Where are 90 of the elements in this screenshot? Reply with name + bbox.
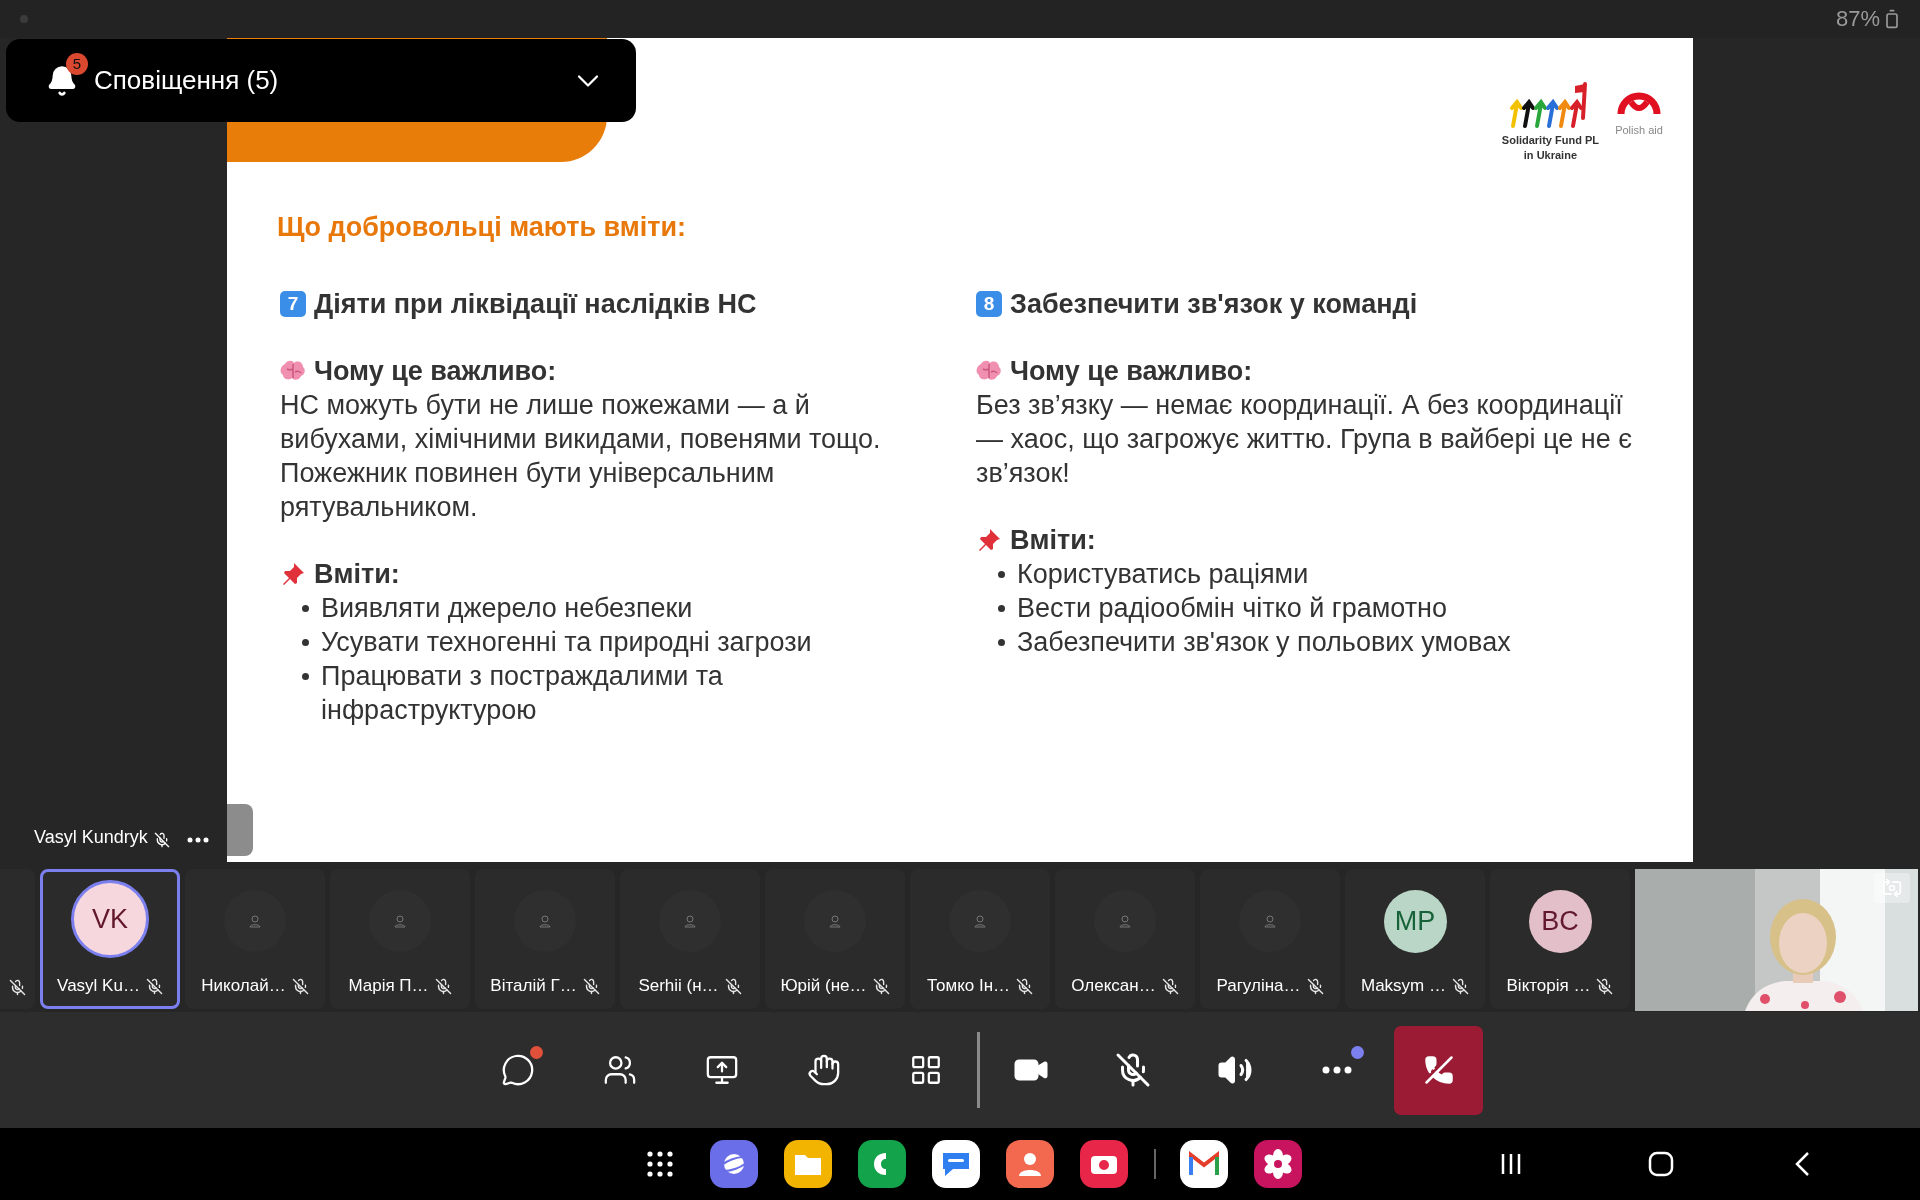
participant-tile[interactable]: Марія П… [330, 869, 470, 1009]
participant-tile[interactable]: Николай… [185, 869, 325, 1009]
participant-name: Николай… [201, 976, 286, 996]
phone-icon[interactable] [858, 1140, 906, 1188]
section-title: Забезпечити зв'язок у команді [1010, 288, 1418, 321]
notification-badge: 5 [66, 52, 88, 75]
bullet-icon [998, 571, 1005, 578]
why-text: НС можуть бути не лише пожежами — а й вибухами, хімічними викидами, повенями тощо. Пожежник повинен бути універсальним рятувальником. [280, 389, 882, 524]
speaker-name: Vasyl Kundryk [34, 827, 148, 848]
flower-icon[interactable] [1254, 1140, 1302, 1188]
people-icon [603, 1053, 637, 1087]
number-badge: 7 [280, 291, 306, 317]
skill-item: Вести радіообмін чітко й грамотно [1017, 592, 1447, 625]
why-text: Без зв’язку — немає координації. А без координації — хаос, що загрожує життю. Група в вайбері це не є зв’язок! [976, 389, 1633, 490]
participant-name: Марія П… [348, 976, 429, 996]
skill-item: Користуватись раціями [1017, 558, 1309, 591]
participant-tile[interactable]: Serhii (н… [620, 869, 760, 1009]
number-badge: 8 [976, 291, 1002, 317]
participant-name: Вікторія … [1506, 976, 1591, 996]
bullet-icon [302, 673, 309, 680]
logo-caption: in Ukraine [1523, 149, 1577, 162]
bullet-icon [998, 639, 1005, 646]
avatar: MP [1383, 890, 1447, 953]
participant-name: Maksym … [1361, 976, 1446, 996]
participant-name: Vasyl Ku… [57, 976, 140, 996]
chat-icon [501, 1053, 535, 1087]
back-icon[interactable] [1794, 1151, 1810, 1177]
skills-label: Вміти: [1010, 524, 1096, 557]
hang-up-icon [1423, 1055, 1454, 1085]
why-label: Чому це важливо: [1010, 355, 1253, 388]
switch-camera-icon [1882, 878, 1902, 898]
mail-icon[interactable] [1180, 1140, 1228, 1188]
why-label: Чому це важливо: [314, 355, 557, 388]
browser-icon[interactable] [710, 1140, 758, 1188]
folder-icon[interactable] [784, 1140, 832, 1188]
camera-icon[interactable] [1080, 1140, 1128, 1188]
notification-banner[interactable]: 5 Сповіщення (5) [6, 39, 636, 122]
participant-tile[interactable]: MP Maksym … [1345, 869, 1485, 1009]
skill-item: Працювати з постраждалими та інфраструктурою [321, 660, 724, 727]
person-icon [829, 914, 841, 928]
participant-tile[interactable]: Томко Ін… [910, 869, 1050, 1009]
brain-icon [976, 360, 1002, 382]
slide-heading: Що добровольці мають вміти: [277, 212, 688, 243]
participant-tile[interactable]: VK Vasyl Ku… [40, 869, 180, 1009]
notification-title: Сповіщення (5) [94, 65, 280, 96]
avatar: BC [1528, 890, 1592, 953]
participant-tile[interactable]: BC Вікторія … [1490, 869, 1630, 1009]
participant-tile[interactable]: Юрій (не… [765, 869, 905, 1009]
participant-name: Юрій (не… [780, 976, 867, 996]
participant-tile[interactable]: Віталій Г… [475, 869, 615, 1009]
bullet-icon [998, 605, 1005, 612]
person-icon [974, 914, 986, 928]
recents-icon[interactable] [1500, 1152, 1522, 1176]
participant-tile[interactable]: Олексан… [1055, 869, 1195, 1009]
logo-caption: Solidarity Fund PL [1501, 134, 1599, 147]
mic-off-icon [1115, 1052, 1151, 1088]
logo-caption: Polish aid [1615, 124, 1663, 137]
skill-item: Виявляти джерело небезпеки [321, 592, 693, 625]
participant-name: Віталій Г… [490, 976, 577, 996]
bullet-icon [302, 605, 309, 612]
participant-name: Томко Ін… [926, 976, 1011, 996]
person-icon [1119, 914, 1131, 928]
skill-item: Забезпечити зв'язок у польових умовах [1017, 626, 1511, 659]
participant-name: Serhii (н… [638, 976, 719, 996]
skill-item: Усувати техногенні та природні загрози [321, 626, 812, 659]
messages-icon[interactable] [932, 1140, 980, 1188]
switch-camera-button[interactable] [1874, 873, 1910, 903]
battery-level: 87% [1835, 6, 1880, 32]
brain-icon [280, 360, 306, 382]
person-icon [539, 914, 551, 928]
panel-handle[interactable] [227, 804, 253, 856]
home-icon[interactable] [1648, 1151, 1674, 1177]
participant-name: Олексан… [1071, 976, 1156, 996]
person-icon [684, 914, 696, 928]
status-dot [20, 15, 28, 23]
leave-call-button[interactable] [1394, 1025, 1483, 1115]
section-title: Діяти при ліквідації наслідків НС [314, 288, 757, 321]
avatar: VK [71, 880, 149, 958]
skills-label: Вміти: [314, 558, 400, 591]
apps-icon [909, 1053, 943, 1087]
more-icon [1322, 1066, 1352, 1074]
contacts-icon[interactable] [1006, 1140, 1054, 1188]
raise-hand-icon [807, 1053, 841, 1087]
person-icon [1264, 914, 1276, 928]
person-icon [249, 914, 261, 928]
share-screen-icon [705, 1053, 739, 1087]
person-icon [394, 914, 406, 928]
participant-tile[interactable]: Рагуліна… [1200, 869, 1340, 1009]
bullet-icon [302, 639, 309, 646]
participant-name: Рагуліна… [1216, 976, 1301, 996]
